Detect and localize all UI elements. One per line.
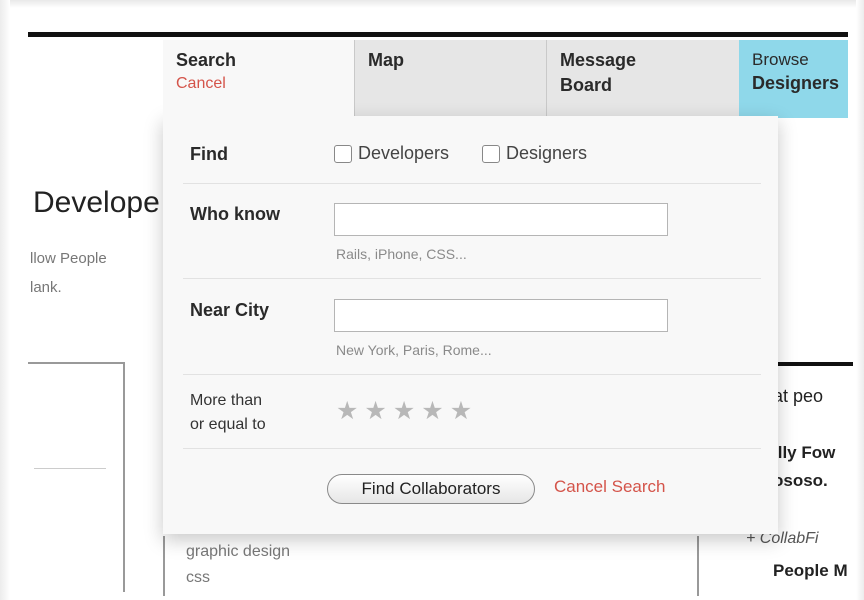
find-collaborators-button[interactable]: Find Collaborators (327, 474, 535, 504)
header-rule (28, 32, 848, 37)
star-icon[interactable]: ★ (450, 397, 472, 425)
sidebar-heading: at peo (773, 386, 824, 406)
frame-edge-right (856, 0, 864, 600)
frame-edge-top (0, 0, 864, 8)
left-content-box (28, 362, 125, 592)
tab-search-cancel-link[interactable]: Cancel (176, 73, 341, 95)
skills-input[interactable] (334, 203, 668, 236)
who-know-label: Who know (190, 204, 280, 224)
sidebar-people-label: People M (773, 561, 848, 580)
sidebar-rule (773, 362, 853, 366)
developers-checkbox[interactable] (334, 144, 352, 163)
row-divider (183, 374, 761, 375)
left-box-divider (34, 468, 106, 469)
tab-search-label: Search (176, 50, 237, 70)
tab-browse-line2: Designers (752, 73, 840, 93)
tab-search[interactable]: Search Cancel (163, 40, 354, 124)
city-input-hint: New York, Paris, Rome... (336, 342, 492, 358)
sidebar-subtext: ososo. (773, 471, 828, 490)
frame-edge-left (0, 0, 10, 600)
city-input[interactable] (334, 299, 668, 332)
row-divider (183, 278, 761, 279)
tab-message-board[interactable]: Message Board (546, 40, 739, 118)
rating-label-line1: More than (190, 392, 263, 409)
cancel-search-link[interactable]: Cancel Search (554, 477, 666, 497)
tab-message-board-label: Message Board (560, 50, 637, 95)
row-divider (183, 448, 761, 449)
rating-stars[interactable]: ★ ★ ★ ★ ★ (336, 397, 472, 425)
developers-option[interactable]: Developers (334, 143, 449, 164)
row-divider (183, 183, 761, 184)
star-icon[interactable]: ★ (393, 397, 415, 425)
near-city-label: Near City (190, 300, 270, 320)
tab-browse-line1: Browse (752, 50, 809, 69)
tab-map-label: Map (368, 50, 404, 70)
skill-tag-line1: graphic design (186, 543, 291, 560)
search-panel: Find Developers Designers Who know Rails… (163, 116, 778, 534)
developers-checkbox-label[interactable]: Developers (358, 143, 449, 164)
rating-label-line2: or equal to (190, 416, 266, 433)
intro-text-line2: lank. (30, 279, 62, 296)
find-label: Find (190, 144, 228, 164)
star-icon[interactable]: ★ (364, 397, 386, 425)
main-tab-strip: Search Cancel Map Message Board Browse D… (163, 40, 848, 124)
star-icon[interactable]: ★ (421, 397, 443, 425)
star-icon[interactable]: ★ (336, 397, 358, 425)
tab-map[interactable]: Map (354, 40, 546, 118)
designers-checkbox[interactable] (482, 144, 500, 163)
page-heading: Develope (33, 186, 160, 219)
intro-text-line1: llow People (30, 250, 107, 267)
skills-input-hint: Rails, iPhone, CSS... (336, 246, 467, 262)
tab-browse-designers[interactable]: Browse Designers (739, 40, 848, 118)
designers-option[interactable]: Designers (482, 143, 587, 164)
skill-tag-line2: css (186, 569, 210, 586)
designers-checkbox-label[interactable]: Designers (506, 143, 587, 164)
sidebar-name[interactable]: illy Fow (773, 443, 835, 463)
